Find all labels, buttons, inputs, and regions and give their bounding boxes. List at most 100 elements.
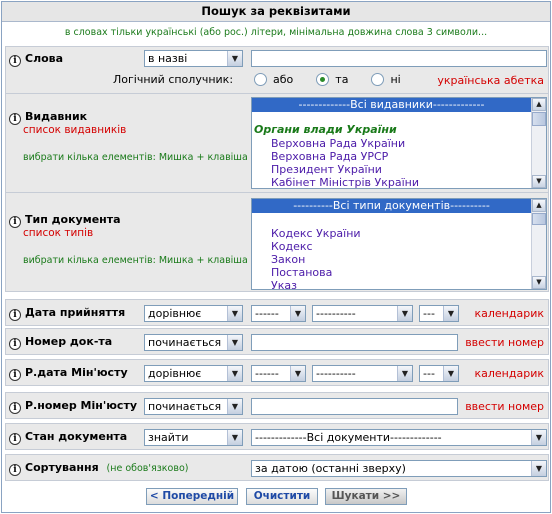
info-icon[interactable]: i <box>9 464 21 476</box>
publisher-multiselect-hint: вибрати кілька елементів: Мишка + клавіш… <box>23 152 268 163</box>
doctype-option[interactable]: Кодекс України <box>252 227 546 240</box>
info-icon[interactable]: i <box>9 216 21 228</box>
reg-number-label: Р.номер Мін'юсту <box>25 399 137 412</box>
info-icon[interactable]: i <box>9 402 21 414</box>
sort-select[interactable]: за датою (останні зверху) ▼ <box>251 460 547 477</box>
doctype-multiselect-hint: вибрати кілька елементів: Мишка + клавіш… <box>23 255 268 266</box>
radio-or[interactable] <box>254 73 268 86</box>
status-value: -------------Всі документи------------- <box>255 431 442 444</box>
reg-month-value: ---------- <box>316 367 356 380</box>
reg-day-select[interactable]: ------ ▼ <box>251 365 306 382</box>
doctype-option-all[interactable]: ----------Всі типи документів---------- <box>252 199 531 213</box>
doc-number-op-select[interactable]: починається ▼ <box>144 334 243 351</box>
scroll-up-icon[interactable]: ▲ <box>532 199 546 212</box>
reg-date-label: Р.дата Мін'юсту <box>25 366 128 379</box>
words-label-wrap: i Слова <box>9 52 63 67</box>
doc-number-input[interactable] <box>251 334 458 351</box>
scroll-thumb[interactable] <box>532 213 546 225</box>
chevron-down-icon: ▼ <box>397 366 412 381</box>
doc-number-enter-link[interactable]: ввести номер <box>465 336 544 349</box>
reg-day-value: ------ <box>255 367 279 380</box>
info-icon[interactable]: i <box>9 433 21 445</box>
publisher-option[interactable]: Кабінет Міністрів України <box>252 176 546 188</box>
reg-month-select[interactable]: ---------- ▼ <box>312 365 413 382</box>
adopt-day-select[interactable]: ------ ▼ <box>251 305 306 322</box>
publisher-list-link[interactable]: список видавників <box>23 124 126 136</box>
form-subtitle: в словах тільки українські (або рос.) лі… <box>64 27 488 38</box>
info-icon[interactable]: i <box>9 369 21 381</box>
adopt-date-op-select[interactable]: дорівнює ▼ <box>144 305 243 322</box>
adopt-calendar-link[interactable]: календарик <box>475 307 545 320</box>
doctype-option[interactable]: Указ <box>252 279 546 289</box>
sort-optional-note: (не обов'язково) <box>106 463 189 474</box>
reg-number-op-select[interactable]: починається ▼ <box>144 398 243 415</box>
publisher-group: Органи влади України <box>254 123 397 136</box>
publisher-option-all[interactable]: -------------Всі видавники------------- <box>252 98 531 112</box>
chevron-down-icon: ▼ <box>531 461 546 476</box>
doctype-option[interactable]: Кодекс <box>252 240 546 253</box>
doctype-scrollbar[interactable]: ▲ ▼ <box>531 199 546 289</box>
doctype-label: Тип документа <box>25 213 121 226</box>
adopt-date-label: Дата прийняття <box>25 306 126 319</box>
publisher-label-wrap: i Видавник <box>9 110 87 125</box>
chevron-down-icon: ▼ <box>227 430 242 445</box>
words-mode-value: в назві <box>148 52 188 65</box>
words-search-input[interactable] <box>251 50 547 67</box>
info-icon[interactable]: i <box>9 55 21 67</box>
info-icon[interactable]: i <box>9 309 21 321</box>
publisher-scrollbar[interactable]: ▲ ▼ <box>531 98 546 188</box>
publisher-option[interactable]: Президент України <box>252 163 546 176</box>
logic-group: Логічний сполучник: або та ні <box>113 73 401 86</box>
row-adopt-date: i Дата прийняття дорівнює ▼ ------ ▼ ----… <box>5 299 549 326</box>
publisher-label: Видавник <box>25 110 88 123</box>
previous-button[interactable]: < Попередній <box>146 488 238 505</box>
chevron-down-icon: ▼ <box>397 306 412 321</box>
publisher-option[interactable]: Верховна Рада УРСР <box>252 150 546 163</box>
words-mode-select[interactable]: в назві ▼ <box>144 50 243 67</box>
chevron-down-icon: ▼ <box>531 430 546 445</box>
reg-calendar-link[interactable]: календарик <box>475 367 545 380</box>
adopt-date-label-wrap: i Дата прийняття <box>9 306 125 321</box>
scroll-thumb[interactable] <box>532 112 546 126</box>
chevron-down-icon: ▼ <box>227 335 242 350</box>
reg-date-op-select[interactable]: дорівнює ▼ <box>144 365 243 382</box>
adopt-day-value: ------ <box>255 307 279 320</box>
doc-number-label: Номер док-та <box>25 335 113 348</box>
clear-button[interactable]: Очистити <box>246 488 318 505</box>
scroll-up-icon[interactable]: ▲ <box>532 98 546 111</box>
doctype-option[interactable]: Закон <box>252 253 546 266</box>
doc-number-op-value: починається <box>148 336 222 349</box>
scroll-down-icon[interactable]: ▼ <box>532 276 546 289</box>
radio-not[interactable] <box>371 73 385 86</box>
search-button[interactable]: Шукати >> <box>325 488 407 505</box>
doctype-list-link[interactable]: список типів <box>23 227 93 239</box>
words-label: Слова <box>25 52 64 65</box>
info-icon[interactable]: i <box>9 338 21 350</box>
status-value-select[interactable]: -------------Всі документи------------- … <box>251 429 547 446</box>
doctype-option[interactable]: Постанова <box>252 266 546 279</box>
doctype-listbox[interactable]: ----------Всі типи документів---------- … <box>251 198 547 290</box>
search-form-panel: Пошук за реквізитами в словах тільки укр… <box>1 1 551 513</box>
row-reg-date: i Р.дата Мін'юсту дорівнює ▼ ------ ▼ ---… <box>5 359 549 386</box>
info-icon[interactable]: i <box>9 113 21 125</box>
status-op-value: знайти <box>148 431 189 444</box>
adopt-month-select[interactable]: ---------- ▼ <box>312 305 413 322</box>
radio-and[interactable] <box>316 73 330 86</box>
sort-value: за датою (останні зверху) <box>255 462 406 475</box>
scroll-down-icon[interactable]: ▼ <box>532 175 546 188</box>
radio-not-label: ні <box>390 73 401 86</box>
radio-and-label: та <box>335 73 349 86</box>
status-op-select[interactable]: знайти ▼ <box>144 429 243 446</box>
chevron-down-icon: ▼ <box>227 366 242 381</box>
reg-year-select[interactable]: --- ▼ <box>419 365 459 382</box>
adopt-year-select[interactable]: --- ▼ <box>419 305 459 322</box>
publisher-listbox[interactable]: -------------Всі видавники------------- … <box>251 97 547 189</box>
reg-number-input[interactable] <box>251 398 458 415</box>
row-publisher: i Видавник список видавників вибрати кіль… <box>5 93 549 193</box>
ukrainian-alphabet-link[interactable]: українська абетка <box>437 74 544 87</box>
reg-number-op-value: починається <box>148 400 222 413</box>
chevron-down-icon: ▼ <box>443 366 458 381</box>
publisher-option[interactable]: Верховна Рада України <box>252 137 546 150</box>
row-sort: i Сортування (не обов'язково) за датою (о… <box>5 454 549 481</box>
reg-number-enter-link[interactable]: ввести номер <box>465 400 544 413</box>
